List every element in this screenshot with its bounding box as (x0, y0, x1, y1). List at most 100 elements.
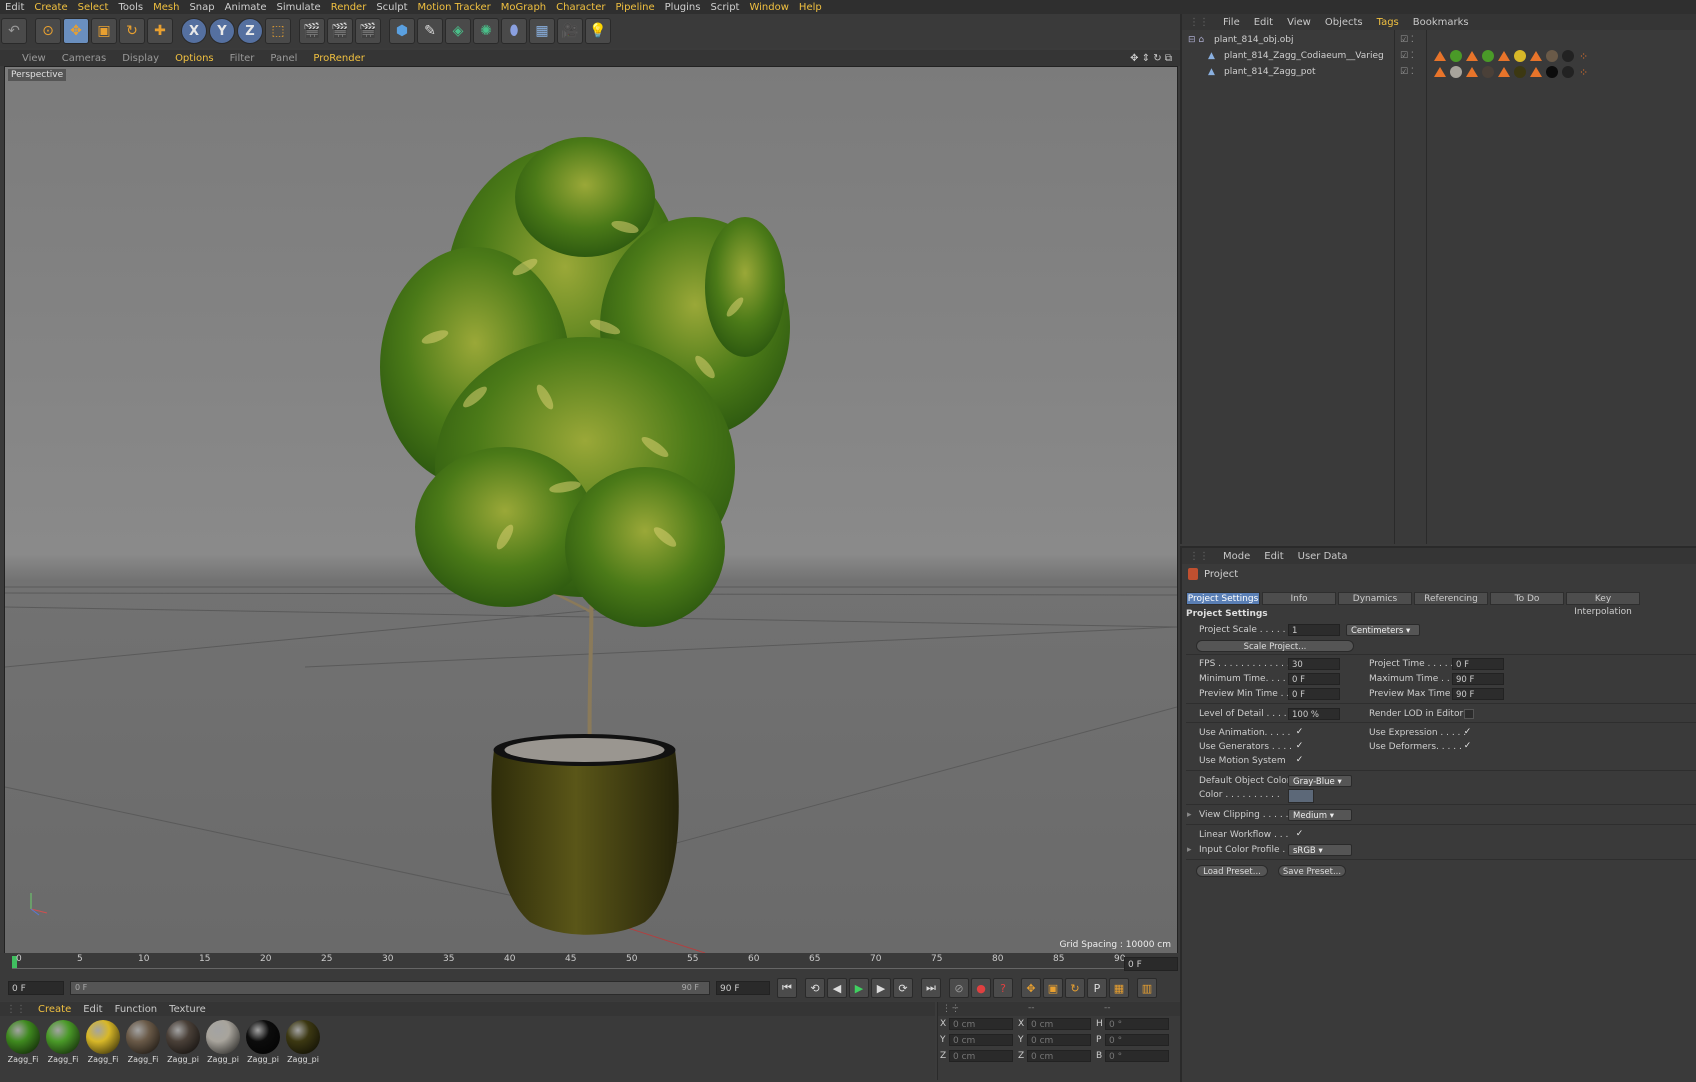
object-menu-edit[interactable]: Edit (1247, 17, 1280, 28)
floor-environment-icon[interactable]: ▦ (529, 18, 555, 44)
viewport-menu-display[interactable]: Display (114, 53, 167, 64)
object-row[interactable]: ▲ plant_814_Zagg_Codiaeum__Variegatum ☑ ⁚ ⁘ (1182, 48, 1696, 64)
use-animation-checkbox[interactable]: ✓ (1295, 728, 1304, 737)
coordinate-value-field[interactable]: 0 cm (949, 1018, 1013, 1030)
subdivision-generator-icon[interactable]: ◈ (445, 18, 471, 44)
menu-window[interactable]: Window (744, 2, 793, 13)
material-tag-icon[interactable] (1450, 50, 1462, 62)
scale-project-button[interactable]: Scale Project... (1196, 640, 1354, 652)
next-frame-icon[interactable]: ▶ (871, 978, 891, 998)
phong-tag-icon[interactable] (1466, 67, 1478, 77)
preview-min-field[interactable]: 0 F (1288, 688, 1340, 700)
go-to-end-icon[interactable]: ⏭ (921, 978, 941, 998)
coordinate-value-field[interactable]: 0 ° (1105, 1034, 1169, 1046)
project-scale-unit-dropdown[interactable]: Centimeters ▾ (1346, 624, 1420, 636)
material-swatch[interactable]: Zagg_Fi (84, 1020, 122, 1064)
render-settings-icon[interactable]: 🎬 (355, 18, 381, 44)
material-tag-icon[interactable] (1562, 50, 1574, 62)
menu-simulate[interactable]: Simulate (272, 2, 326, 13)
object-menu-file[interactable]: File (1216, 17, 1247, 28)
material-swatch[interactable]: Zagg_Fi (44, 1020, 82, 1064)
array-generator-icon[interactable]: ✺ (473, 18, 499, 44)
material-menu-create[interactable]: Create (32, 1004, 77, 1015)
3d-viewport[interactable]: Perspective Grid Spacing: 10000 cm (4, 66, 1178, 954)
timeline-window-icon[interactable]: ▥ (1137, 978, 1157, 998)
project-time-field[interactable]: 0 F (1452, 658, 1504, 670)
timeline-ruler[interactable]: 0 5 10 15 20 25 30 35 40 45 50 55 60 65 70 75 80 85 90 0 F (0, 953, 1180, 975)
visibility-toggle-icon[interactable]: ☑ ⁚ (1400, 51, 1414, 61)
material-tag-icon[interactable] (1546, 50, 1558, 62)
color-swatch[interactable] (1288, 789, 1314, 803)
material-tag-icon[interactable] (1562, 66, 1574, 78)
tab-info[interactable]: Info (1262, 592, 1336, 605)
view-clipping-dropdown[interactable]: Medium ▾ (1288, 809, 1352, 821)
live-selection-icon[interactable]: ⊙ (35, 18, 61, 44)
phong-tag-icon[interactable] (1434, 67, 1446, 77)
key-parameter-icon[interactable]: P (1087, 978, 1107, 998)
phong-tag-icon[interactable] (1530, 51, 1542, 61)
pen-spline-icon[interactable]: ✎ (417, 18, 443, 44)
linear-workflow-checkbox[interactable]: ✓ (1295, 830, 1304, 839)
object-row[interactable]: ▲ plant_814_Zagg_pot ☑ ⁚ ⁘ (1182, 64, 1696, 80)
uvw-tag-icon[interactable]: ⁘ (1579, 66, 1588, 79)
coordinate-value-field[interactable]: 0 cm (949, 1034, 1013, 1046)
rotate-tool-icon[interactable]: ↻ (119, 18, 145, 44)
object-menu-view[interactable]: View (1280, 17, 1318, 28)
tab-key-interpolation[interactable]: Key Interpolation (1566, 592, 1640, 617)
z-axis-icon[interactable]: Z (237, 18, 263, 44)
material-tag-icon[interactable] (1514, 66, 1526, 78)
key-pla-icon[interactable]: ▦ (1109, 978, 1129, 998)
material-swatch[interactable]: Zagg_pi (244, 1020, 282, 1064)
previous-frame-icon[interactable]: ◀ (827, 978, 847, 998)
expand-arrow-icon[interactable]: ▸ (1187, 810, 1192, 820)
expand-arrow-icon[interactable]: ▸ (1187, 845, 1192, 855)
current-frame-field[interactable]: 0 F (1124, 957, 1178, 971)
input-color-dropdown[interactable]: sRGB ▾ (1288, 844, 1352, 856)
coordinate-value-field[interactable]: 0 cm (1027, 1034, 1091, 1046)
material-tag-icon[interactable] (1482, 50, 1494, 62)
scale-tool-icon[interactable]: ▣ (91, 18, 117, 44)
material-swatch[interactable]: Zagg_pi (164, 1020, 202, 1064)
phong-tag-icon[interactable] (1498, 67, 1510, 77)
load-preset-button[interactable]: Load Preset... (1196, 865, 1268, 877)
material-swatch[interactable]: Zagg_Fi (124, 1020, 162, 1064)
attribute-menu-mode[interactable]: Mode (1216, 551, 1257, 562)
viewport-menu-view[interactable]: View (14, 53, 54, 64)
coordinate-value-field[interactable]: 0 ° (1105, 1050, 1169, 1062)
tab-referencing[interactable]: Referencing (1414, 592, 1488, 605)
play-icon[interactable]: ▶ (849, 978, 869, 998)
key-position-icon[interactable]: ✥ (1021, 978, 1041, 998)
menu-plugins[interactable]: Plugins (660, 2, 706, 13)
menu-select[interactable]: Select (73, 2, 114, 13)
max-time-field[interactable]: 90 F (1452, 673, 1504, 685)
material-tag-icon[interactable] (1546, 66, 1558, 78)
y-axis-icon[interactable]: Y (209, 18, 235, 44)
menu-snap[interactable]: Snap (184, 2, 219, 13)
use-motion-checkbox[interactable]: ✓ (1295, 756, 1304, 765)
material-swatch[interactable]: Zagg_Fi (4, 1020, 42, 1064)
render-picture-viewer-icon[interactable]: 🎬 (327, 18, 353, 44)
material-swatch[interactable]: Zagg_pi (204, 1020, 242, 1064)
save-preset-button[interactable]: Save Preset... (1278, 865, 1346, 877)
tab-dynamics[interactable]: Dynamics (1338, 592, 1412, 605)
preview-range-slider[interactable]: 0 F 90 F (70, 981, 710, 995)
menu-render[interactable]: Render (326, 2, 372, 13)
timeline-track[interactable]: 0 5 10 15 20 25 30 35 40 45 50 55 60 65 70 75 80 85 90 (12, 954, 1125, 969)
end-frame-field[interactable]: 90 F (716, 981, 770, 995)
material-menu-function[interactable]: Function (109, 1004, 164, 1015)
menu-edit[interactable]: Edit (0, 2, 29, 13)
object-name[interactable]: plant_814_Zagg_pot (1224, 67, 1384, 77)
go-to-start-icon[interactable]: ⏮ (777, 978, 797, 998)
preview-max-field[interactable]: 90 F (1452, 688, 1504, 700)
menu-mograph[interactable]: MoGraph (496, 2, 551, 13)
viewport-menu-cameras[interactable]: Cameras (54, 53, 114, 64)
viewport-menu-filter[interactable]: Filter (222, 53, 263, 64)
tab-project-settings[interactable]: Project Settings (1186, 592, 1260, 605)
coordinate-value-field[interactable]: 0 cm (1027, 1050, 1091, 1062)
attribute-menu-edit[interactable]: Edit (1257, 551, 1290, 562)
menu-help[interactable]: Help (794, 2, 827, 13)
viewport-menu-options[interactable]: Options (167, 53, 222, 64)
key-scale-icon[interactable]: ▣ (1043, 978, 1063, 998)
keyframe-selection-icon[interactable]: ? (993, 978, 1013, 998)
render-lod-checkbox[interactable] (1464, 709, 1474, 719)
